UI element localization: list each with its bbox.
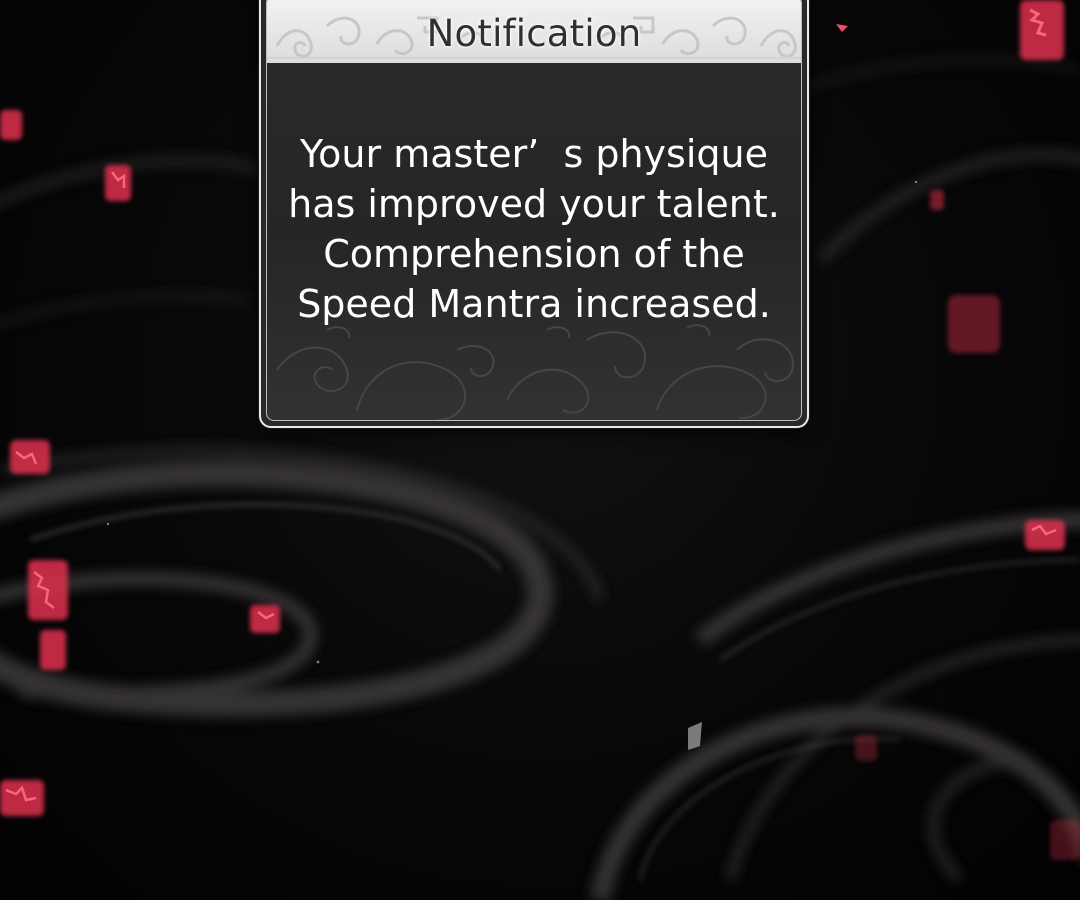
red-rune-glyph xyxy=(0,110,22,140)
game-scene: Notification Your master’ s physique has… xyxy=(0,0,1080,900)
red-rune-glyph xyxy=(855,735,877,761)
notification-title: Notification xyxy=(426,12,642,55)
message-line: Comprehension of the xyxy=(323,232,745,276)
notification-panel: Notification Your master’ s physique has… xyxy=(266,0,802,421)
red-rune-glyph xyxy=(0,780,44,816)
message-line: has improved your talent. xyxy=(288,182,780,226)
red-rune-glyph xyxy=(1025,520,1065,550)
red-rune-glyph xyxy=(105,165,131,201)
message-line: Speed Mantra increased. xyxy=(297,282,771,326)
red-rune-glyph xyxy=(250,605,280,633)
red-rune-glyph xyxy=(1050,820,1080,860)
red-rune-glyph xyxy=(948,295,1000,353)
notification-message: Your master’ s physique has improved you… xyxy=(267,129,801,329)
red-rune-glyph xyxy=(40,630,66,670)
notification-header: Notification xyxy=(267,0,801,63)
red-rune-glyph xyxy=(1020,0,1064,60)
red-rune-glyph xyxy=(10,440,50,474)
red-rune-glyph xyxy=(930,190,944,210)
notification-dialog: Notification Your master’ s physique has… xyxy=(259,0,809,428)
message-line: Your master’ s physique xyxy=(300,132,768,176)
